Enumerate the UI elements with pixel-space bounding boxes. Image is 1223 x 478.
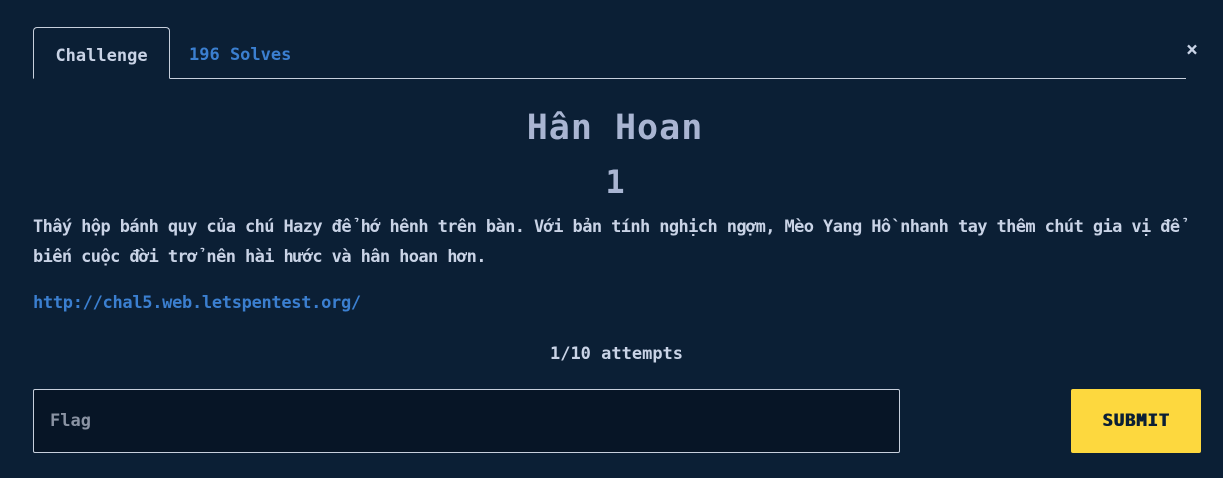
attempts-counter: 1/10 attempts — [549, 344, 684, 364]
challenge-modal: Challenge 196 Solves × Hân Hoan 1 Thấy h… — [0, 0, 1223, 478]
tab-bar: Challenge 196 Solves — [33, 27, 1186, 79]
challenge-link[interactable]: http://chal5.web.letspentest.org/ — [33, 293, 361, 313]
close-icon[interactable]: × — [1183, 39, 1201, 59]
flag-input[interactable] — [33, 389, 900, 453]
tab-solves[interactable]: 196 Solves — [189, 27, 291, 78]
challenge-description: Thấy hộp bánh quy của chú Hazy để hớ hên… — [33, 217, 1180, 267]
tab-challenge[interactable]: Challenge — [33, 27, 170, 79]
challenge-title: Hân Hoan — [526, 108, 704, 148]
submit-button[interactable]: SUBMIT — [1071, 389, 1201, 453]
challenge-points: 1 — [605, 163, 625, 201]
